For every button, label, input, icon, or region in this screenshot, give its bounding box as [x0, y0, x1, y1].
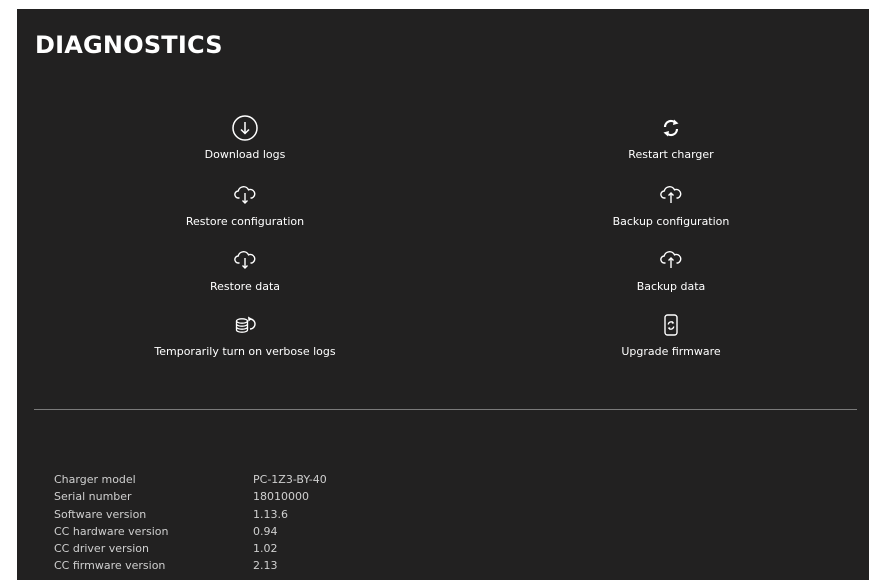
download-logs-label: Download logs — [204, 148, 286, 161]
info-key: Software version — [54, 507, 147, 521]
section-divider — [34, 409, 857, 410]
backup-configuration-button[interactable]: Backup configuration — [541, 181, 801, 228]
info-key: Charger model — [54, 473, 136, 486]
info-row-cc-driver-version: CC driver version 1.02 — [54, 540, 327, 557]
upgrade-firmware-label: Upgrade firmware — [621, 345, 721, 358]
info-row-cc-hardware-version: CC hardware version 0.94 — [54, 523, 327, 540]
backup-configuration-label: Backup configuration — [612, 215, 730, 228]
info-key: Serial number — [54, 490, 132, 504]
restart-charger-label: Restart charger — [628, 148, 714, 161]
info-row-cc-firmware-version: CC firmware version 2.13 — [54, 557, 327, 574]
info-value: PC-1Z3-BY-40 — [253, 473, 327, 486]
info-row-software-version: Software version 1.13.6 — [54, 506, 327, 523]
info-row-charger-model: Charger model PC-1Z3-BY-40 — [54, 471, 327, 488]
restore-configuration-button[interactable]: Restore configuration — [115, 181, 375, 228]
info-value: 1.13.6 — [253, 507, 288, 521]
restart-charger-button[interactable]: Restart charger — [541, 114, 801, 161]
info-value: 18010000 — [253, 490, 309, 504]
download-logs-button[interactable]: Download logs — [115, 114, 375, 161]
info-key: CC driver version — [54, 542, 150, 556]
restore-configuration-label: Restore configuration — [185, 215, 305, 228]
upgrade-firmware-button[interactable]: Upgrade firmware — [541, 311, 801, 358]
info-row-serial-number: Serial number 18010000 — [54, 488, 327, 505]
info-value: 0.94 — [253, 524, 278, 538]
database-refresh-icon — [115, 311, 375, 339]
charger-info-list: Charger model PC-1Z3-BY-40 Serial number… — [54, 471, 327, 575]
cloud-download-icon — [115, 181, 375, 209]
diagnostics-panel: DIAGNOSTICS Download logs Restart charge… — [17, 9, 869, 580]
cloud-upload-icon — [541, 181, 801, 209]
info-value: 2.13 — [253, 559, 278, 573]
device-refresh-icon — [541, 311, 801, 339]
info-value: 1.02 — [253, 542, 278, 556]
page-title: DIAGNOSTICS — [35, 31, 223, 59]
download-circle-icon — [115, 114, 375, 142]
cloud-download-icon — [115, 246, 375, 274]
backup-data-button[interactable]: Backup data — [541, 246, 801, 293]
cloud-upload-icon — [541, 246, 801, 274]
backup-data-label: Backup data — [636, 280, 706, 293]
restore-data-button[interactable]: Restore data — [115, 246, 375, 293]
restore-data-label: Restore data — [209, 280, 280, 293]
verbose-logs-button[interactable]: Temporarily turn on verbose logs — [115, 311, 375, 358]
refresh-icon — [541, 114, 801, 142]
info-key: CC hardware version — [54, 524, 169, 538]
verbose-logs-label: Temporarily turn on verbose logs — [154, 345, 336, 358]
info-key: CC firmware version — [54, 559, 166, 573]
